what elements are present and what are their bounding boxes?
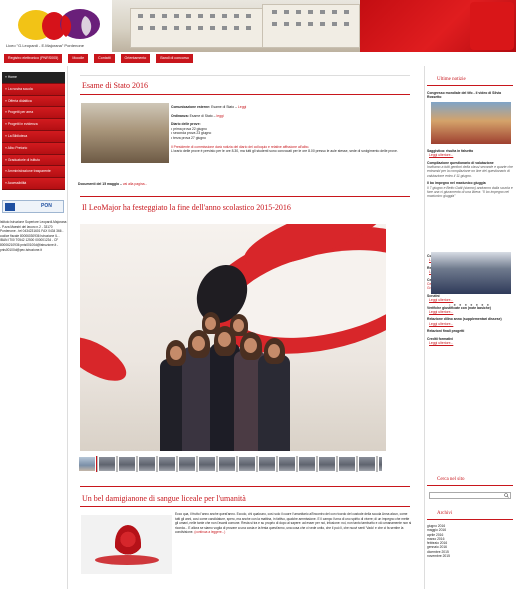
school-address: Istituto Istruzione Superiore Leopardi-M… bbox=[0, 220, 67, 252]
news-image-athletics[interactable] bbox=[431, 102, 511, 144]
sidebar-item-home[interactable]: » Home bbox=[2, 72, 65, 84]
nav-bandi-concorso[interactable]: Bandi di concorso bbox=[156, 54, 193, 63]
archive-item[interactable]: novembre 2015 bbox=[427, 554, 513, 558]
banner-red-graphic bbox=[360, 0, 516, 52]
slider-dots[interactable]: • ● ● ● ● ● ● ● bbox=[449, 302, 490, 307]
article-image-blood-donation[interactable] bbox=[81, 515, 172, 574]
main-content: Esame di Stato 2016 Comunicazione estern… bbox=[72, 66, 418, 589]
right-sidebar: Ultime notizie Congresso mondiale del ti… bbox=[424, 66, 514, 589]
school-building-photo bbox=[112, 0, 360, 52]
students-group bbox=[154, 292, 294, 451]
school-logo[interactable]: Liceo "G.Leopardi - E.Majorana" Pordenon… bbox=[4, 3, 110, 52]
article-image-exam[interactable] bbox=[81, 103, 169, 163]
gallery-thumb[interactable] bbox=[137, 456, 157, 472]
article-body-exam: Comunicazione esterne: Esame di Stato – … bbox=[171, 105, 398, 154]
gallery-thumb[interactable] bbox=[237, 456, 257, 472]
latest-news-header: Ultime notizie bbox=[427, 74, 513, 86]
gallery-thumb[interactable] bbox=[277, 456, 297, 472]
vai-alla-pagina-link[interactable]: vai alla pagina... bbox=[123, 182, 148, 186]
sidebar-item-la-nostra-scuola[interactable]: » La nostra scuola bbox=[2, 83, 65, 96]
archive-header: Archivi bbox=[427, 508, 513, 520]
sidebar-menu: » Home » La nostra scuola » Offerta dida… bbox=[2, 72, 65, 190]
sidebar-item-graduatorie[interactable]: » Graduatorie di istituto bbox=[2, 154, 65, 167]
gallery-thumb[interactable] bbox=[317, 456, 337, 472]
leggi-link[interactable]: Leggi bbox=[238, 105, 246, 109]
sidebar-item-offerta-didattica[interactable]: » Offerta didattica bbox=[2, 95, 65, 108]
title-rule bbox=[80, 506, 410, 507]
sidebar-item-albo-pretorio[interactable]: » Albo Pretorio bbox=[2, 142, 65, 155]
archive-list: giugno 2016 maggio 2016 aprile 2016 marz… bbox=[427, 524, 513, 558]
search-input[interactable] bbox=[429, 492, 511, 499]
gallery-thumbnails bbox=[78, 456, 382, 472]
gallery-thumb[interactable] bbox=[357, 456, 377, 472]
read-more-link[interactable]: Leggi ulteriore... bbox=[429, 153, 513, 157]
news-image-audience[interactable] bbox=[431, 252, 511, 294]
gallery-thumb[interactable] bbox=[377, 456, 382, 472]
sidebar-item-amministrazione-trasparente[interactable]: » Amministrazione trasparente bbox=[2, 166, 65, 179]
read-more-link[interactable]: Leggi ulteriore... bbox=[429, 341, 513, 345]
documents-line: Documenti del 15 maggio – vai alla pagin… bbox=[78, 182, 148, 186]
eu-flag-icon bbox=[5, 203, 15, 211]
gallery-thumb[interactable] bbox=[337, 456, 357, 472]
read-more-link[interactable]: Leggi ulteriore... bbox=[429, 310, 513, 314]
logo-shapes-icon bbox=[18, 9, 100, 40]
article-title-esame-di-stato[interactable]: Esame di Stato 2016 bbox=[82, 81, 148, 90]
news-title[interactable]: Relazioni finali progetti bbox=[427, 329, 513, 333]
gallery-thumb[interactable] bbox=[157, 456, 177, 472]
gallery-thumb[interactable] bbox=[197, 456, 217, 472]
nav-registro-elettronico[interactable]: Registro elettronico (PNRS005) bbox=[4, 54, 63, 63]
article-body-blood-donation: Ecco qua, il frutto l'anno anche quest'a… bbox=[175, 512, 412, 535]
divider bbox=[80, 75, 410, 76]
sidebar-item-progetti-per-area[interactable]: » Progetti per area bbox=[2, 107, 65, 120]
nav-orientamento[interactable]: Orientamento bbox=[120, 54, 151, 63]
gallery-thumb[interactable] bbox=[257, 456, 277, 472]
article-title-leomajor[interactable]: Il LeoMajor ha festeggiato la fine dell'… bbox=[82, 203, 291, 212]
title-rule bbox=[80, 486, 410, 487]
continua-a-leggere-link[interactable]: (continua a leggere...) bbox=[194, 530, 225, 534]
gallery-thumb[interactable] bbox=[97, 456, 117, 472]
gallery-thumb[interactable] bbox=[297, 456, 317, 472]
left-sidebar: » Home » La nostra scuola » Offerta dida… bbox=[0, 66, 68, 589]
gallery-thumb[interactable] bbox=[217, 456, 237, 472]
nav-moodle[interactable]: Moodle bbox=[68, 54, 89, 63]
search-icon[interactable] bbox=[504, 493, 509, 498]
title-rule bbox=[80, 94, 410, 95]
news-title[interactable]: Congresso mondiale del tifo - il video d… bbox=[427, 91, 513, 100]
title-rule bbox=[80, 196, 410, 197]
sidebar-item-accessibilita[interactable]: » Accessibilità bbox=[2, 178, 65, 190]
read-more-link[interactable]: Leggi ulteriore... bbox=[429, 322, 513, 326]
gallery-thumb[interactable] bbox=[177, 456, 197, 472]
article-title-damigianone[interactable]: Un bel damigianone di sangue liceale per… bbox=[82, 494, 246, 503]
logo-caption: Liceo "G.Leopardi - E.Majorana" Pordenon… bbox=[6, 43, 84, 48]
top-navigation: Registro elettronico (PNRS005) Moodle Co… bbox=[0, 52, 516, 64]
search-header: Cerca nel sito bbox=[427, 474, 513, 486]
leggi-link[interactable]: leggi bbox=[216, 114, 223, 118]
pon-label: PON bbox=[41, 203, 52, 209]
sidebar-item-biblioteca[interactable]: » La Biblioteca bbox=[2, 130, 65, 143]
nav-contatti[interactable]: Contatti bbox=[94, 54, 115, 63]
gallery-thumb[interactable] bbox=[78, 456, 97, 472]
gallery-thumb[interactable] bbox=[117, 456, 137, 472]
photo-gallery-main[interactable] bbox=[80, 224, 386, 451]
pon-banner[interactable]: PON bbox=[2, 200, 64, 213]
sidebar-item-progetti-in-evidenza[interactable]: » Progetti in evidenza bbox=[2, 119, 65, 131]
site-header: Liceo "G.Leopardi - E.Majorana" Pordenon… bbox=[0, 0, 516, 52]
